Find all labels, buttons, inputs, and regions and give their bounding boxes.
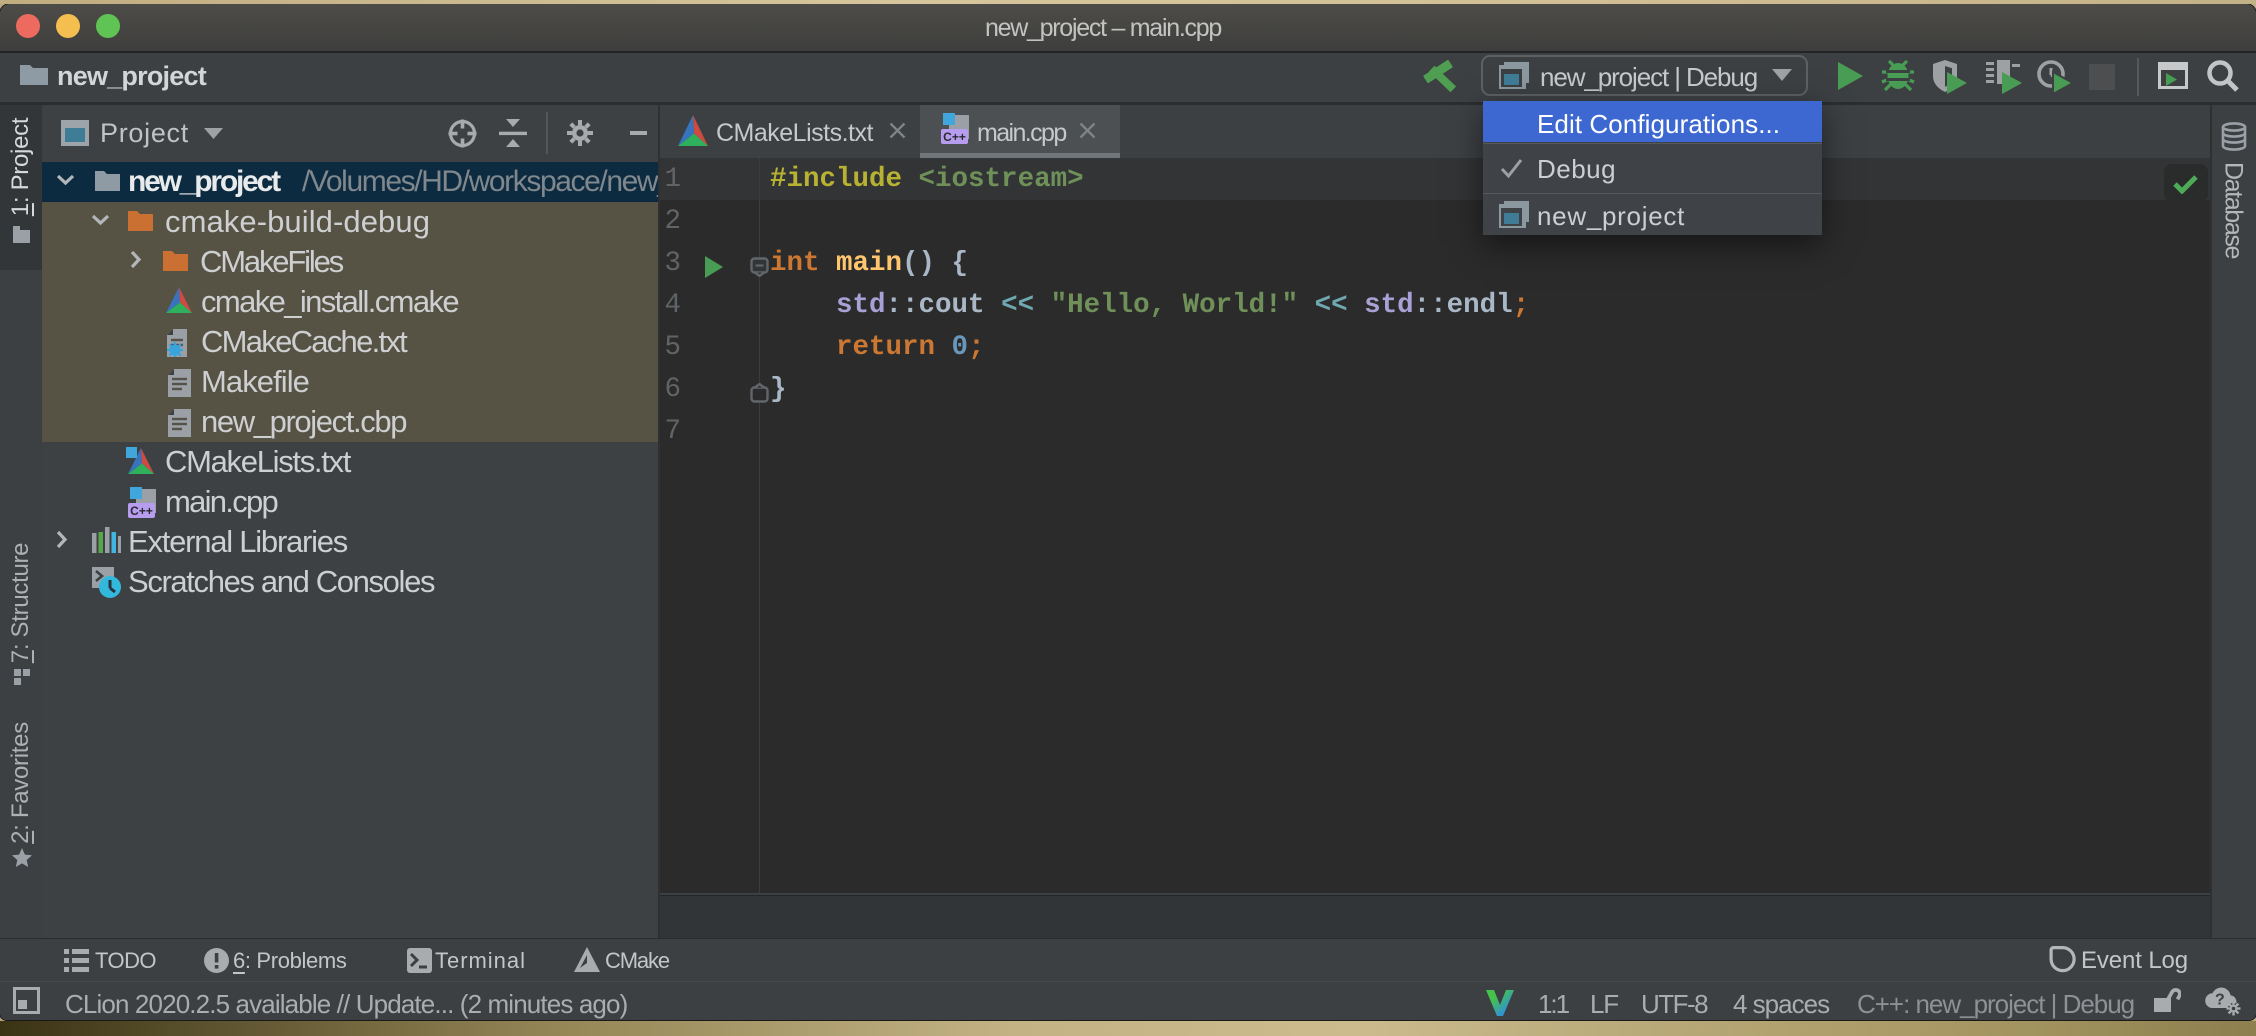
svg-text:C++: C++ — [130, 504, 153, 518]
svg-text:C++: C++ — [943, 130, 966, 144]
svg-text:?: ? — [2215, 992, 2225, 1009]
